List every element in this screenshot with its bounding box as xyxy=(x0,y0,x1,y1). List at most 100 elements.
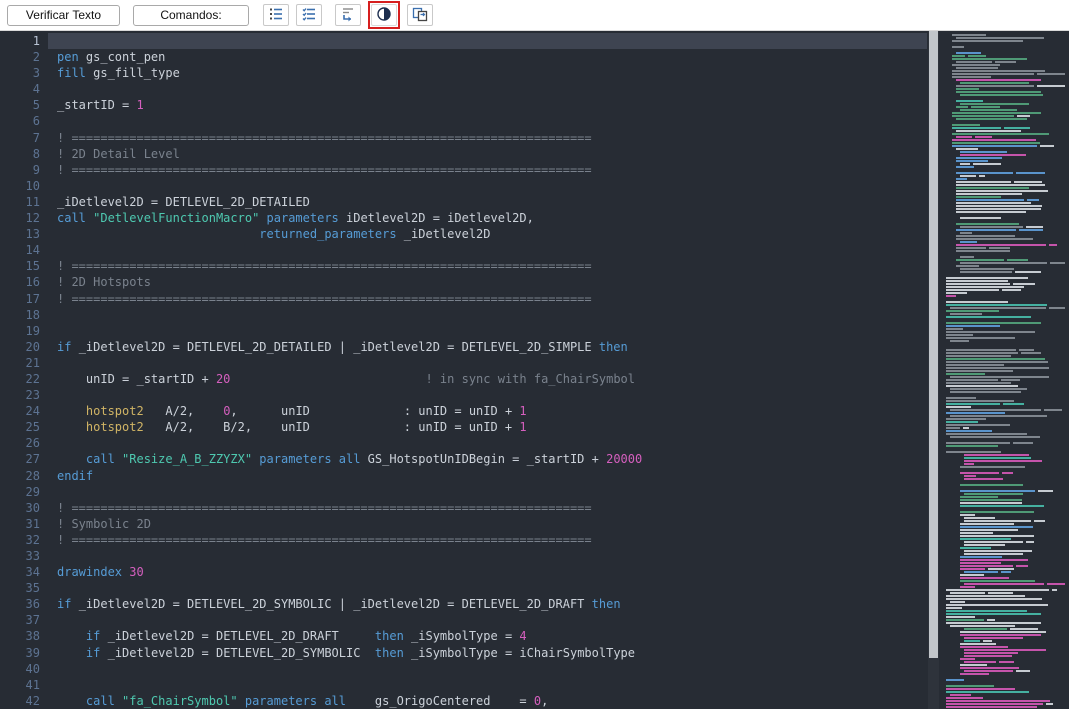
command-list-button[interactable] xyxy=(296,4,322,26)
code-line[interactable]: 20if _iDetlevel2D = DETLEVEL_2D_DETAILED… xyxy=(0,339,927,355)
minimap-line xyxy=(946,256,1065,258)
minimap-line xyxy=(946,532,1065,534)
insert-command-button[interactable] xyxy=(335,4,361,26)
code-line[interactable]: 1 xyxy=(0,33,927,49)
code-line[interactable]: 39 if _iDetlevel2D = DETLEVEL_2D_SYMBOLI… xyxy=(0,645,927,661)
vertical-scrollbar[interactable] xyxy=(928,31,939,709)
code-line[interactable]: 29 xyxy=(0,484,927,500)
minimap-line xyxy=(946,637,1065,639)
compare-windows-button[interactable] xyxy=(407,4,433,26)
code-line[interactable]: 26 xyxy=(0,435,927,451)
minimap-line xyxy=(946,238,1065,240)
code-line[interactable]: 21 xyxy=(0,355,927,371)
line-number: 39 xyxy=(0,645,40,661)
code-line[interactable]: 16! 2D Hotspots xyxy=(0,274,927,290)
code-line[interactable]: 22 unID = _startID + 20 ! in sync with f… xyxy=(0,371,927,387)
minimap-line xyxy=(946,289,1065,291)
code-line[interactable]: 34drawindex 30 xyxy=(0,564,927,580)
minimap-line xyxy=(946,634,1065,636)
minimap-line xyxy=(946,418,1065,420)
minimap-line xyxy=(946,604,1065,606)
scrollbar-thumb[interactable] xyxy=(929,31,938,658)
code-line[interactable]: 13 returned_parameters _iDetlevel2D xyxy=(0,226,927,242)
code-lines[interactable]: 12pen gs_cont_pen3fill gs_fill_type45_st… xyxy=(0,31,927,709)
minimap-line xyxy=(946,64,1065,66)
line-number: 1 xyxy=(0,33,40,49)
code-line[interactable]: 5_startID = 1 xyxy=(0,97,927,113)
line-number: 24 xyxy=(0,403,40,419)
code-line[interactable]: 4 xyxy=(0,81,927,97)
line-number: 11 xyxy=(0,194,40,210)
line-number: 3 xyxy=(0,65,40,81)
minimap-line xyxy=(946,187,1065,189)
minimap-line xyxy=(946,337,1065,339)
minimap-line xyxy=(946,670,1065,672)
code-line[interactable]: 27 call "Resize_A_B_ZZYZX" parameters al… xyxy=(0,451,927,467)
code-line[interactable]: 7! =====================================… xyxy=(0,130,927,146)
minimap-line xyxy=(946,223,1065,225)
code-line[interactable]: 6 xyxy=(0,113,927,129)
minimap-line xyxy=(946,133,1065,135)
minimap-line xyxy=(946,595,1065,597)
code-text: if _iDetlevel2D = DETLEVEL_2D_SYMBOLIC t… xyxy=(57,645,635,661)
code-line[interactable]: 10 xyxy=(0,178,927,194)
code-text: hotspot2 A/2, B/2, unID : unID = unID + … xyxy=(57,419,527,435)
minimap-line xyxy=(946,433,1065,435)
code-line[interactable]: 25 hotspot2 A/2, B/2, unID : unID = unID… xyxy=(0,419,927,435)
code-line[interactable]: 41 xyxy=(0,677,927,693)
code-line[interactable]: 38 if _iDetlevel2D = DETLEVEL_2D_DRAFT t… xyxy=(0,628,927,644)
minimap-line xyxy=(946,385,1065,387)
code-line[interactable]: 9! =====================================… xyxy=(0,162,927,178)
code-line[interactable]: 19 xyxy=(0,323,927,339)
minimap-line xyxy=(946,694,1065,696)
code-line[interactable]: 3fill gs_fill_type xyxy=(0,65,927,81)
code-text: ! ======================================… xyxy=(57,162,592,178)
code-line[interactable]: 30! ====================================… xyxy=(0,500,927,516)
code-text: ! ======================================… xyxy=(57,532,592,548)
code-line[interactable]: 23 xyxy=(0,387,927,403)
code-line[interactable]: 12call "DetlevelFunctionMacro" parameter… xyxy=(0,210,927,226)
code-line[interactable]: 2pen gs_cont_pen xyxy=(0,49,927,65)
minimap-line xyxy=(946,97,1065,99)
minimap-line xyxy=(946,262,1065,264)
code-line[interactable]: 40 xyxy=(0,661,927,677)
code-line[interactable]: 31! Symbolic 2D xyxy=(0,516,927,532)
code-line[interactable]: 42 call "fa_ChairSymbol" parameters all … xyxy=(0,693,927,709)
minimap-line xyxy=(946,697,1065,699)
minimap-line xyxy=(946,76,1065,78)
code-line[interactable]: 33 xyxy=(0,548,927,564)
minimap-line xyxy=(946,244,1065,246)
minimap-line xyxy=(946,520,1065,522)
code-line[interactable]: 32! ====================================… xyxy=(0,532,927,548)
code-text: pen gs_cont_pen xyxy=(57,49,165,65)
code-line[interactable]: 11_iDetlevel2D = DETLEVEL_2D_DETAILED xyxy=(0,194,927,210)
minimap-line xyxy=(946,442,1065,444)
gdl-script-editor-window: Verificar Texto Comandos: xyxy=(0,0,1069,709)
code-line[interactable]: 36if _iDetlevel2D = DETLEVEL_2D_SYMBOLIC… xyxy=(0,596,927,612)
code-line[interactable]: 8! 2D Detail Level xyxy=(0,146,927,162)
minimap-line xyxy=(946,217,1065,219)
code-line[interactable]: 35 xyxy=(0,580,927,596)
ordered-list-button[interactable] xyxy=(263,4,289,26)
minimap-line xyxy=(946,373,1065,375)
code-line[interactable]: 28endif xyxy=(0,468,927,484)
code-editor[interactable]: 12pen gs_cont_pen3fill gs_fill_type45_st… xyxy=(0,31,1069,709)
minimap-line xyxy=(946,703,1065,705)
code-line[interactable]: 14 xyxy=(0,242,927,258)
code-line[interactable]: 18 xyxy=(0,307,927,323)
minimap-line xyxy=(946,316,1065,318)
contrast-theme-button[interactable] xyxy=(371,4,397,26)
code-line[interactable]: 24 hotspot2 A/2, 0, unID : unID = unID +… xyxy=(0,403,927,419)
code-line[interactable]: 17! ====================================… xyxy=(0,291,927,307)
verify-text-button[interactable]: Verificar Texto xyxy=(7,5,120,26)
minimap[interactable] xyxy=(939,31,1069,709)
code-line[interactable]: 15! ====================================… xyxy=(0,258,927,274)
code-line[interactable]: 37 xyxy=(0,612,927,628)
line-number: 5 xyxy=(0,97,40,113)
line-number: 33 xyxy=(0,548,40,564)
minimap-line xyxy=(946,301,1065,303)
minimap-line xyxy=(946,46,1065,48)
comandos-dropdown[interactable]: Comandos: xyxy=(133,5,249,26)
minimap-line xyxy=(946,88,1065,90)
minimap-line xyxy=(946,499,1065,501)
